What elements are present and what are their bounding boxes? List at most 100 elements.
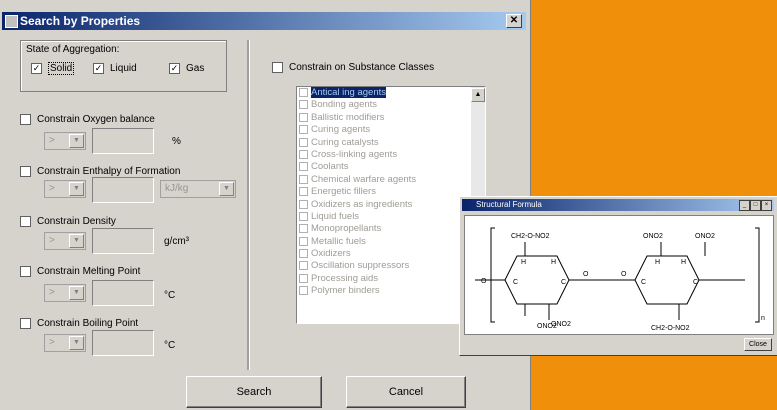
checkbox-box — [299, 261, 308, 271]
list-item[interactable]: Chemical warfare agents — [297, 174, 485, 186]
liquid-label: Liquid — [110, 63, 137, 75]
operator-value: > — [49, 183, 55, 194]
list-item-label: Liquid fuels — [311, 210, 360, 222]
list-item[interactable]: Curing catalysts — [297, 137, 485, 149]
oxygen-unit: % — [172, 136, 181, 147]
solid-checkbox[interactable]: ✓ Solid — [31, 62, 75, 76]
density-unit: g/cm³ — [164, 236, 189, 247]
formula-label: ONO2 — [551, 321, 571, 328]
list-item[interactable]: Bonding agents — [297, 99, 485, 111]
title-bar: Search by Properties ✕ — [2, 12, 526, 30]
chevron-down-icon: ▼ — [69, 134, 84, 148]
list-item-label: Oxidizers — [311, 248, 351, 260]
class-items: Antical ing agents Bonding agents Ballisti… — [297, 87, 485, 298]
structural-formula-window: Structural Formula _ □ × CH2-O-NO2 ONO2 ON… — [459, 196, 777, 356]
density-value-input[interactable] — [92, 228, 154, 254]
substance-class-list[interactable]: Antical ing agents Bonding agents Ballisti… — [296, 86, 486, 324]
liquid-checkbox[interactable]: ✓ Liquid — [93, 63, 137, 74]
list-item[interactable]: Liquid fuels — [297, 211, 485, 223]
solid-label: Solid — [48, 62, 75, 76]
structure-title: Structural Formula — [476, 200, 542, 209]
unit-value: kJ/kg — [165, 183, 189, 194]
melting-operator-select[interactable]: > ▼ — [44, 284, 86, 302]
oxygen-checkbox[interactable]: Constrain Oxygen balance — [20, 114, 155, 125]
checkbox-box — [272, 62, 283, 73]
bracket-right — [755, 227, 760, 323]
melting-checkbox[interactable]: Constrain Melting Point — [20, 266, 140, 277]
check-icon: ✓ — [93, 63, 104, 74]
list-item-label: Coolants — [311, 161, 349, 173]
formula-label: O — [583, 271, 589, 278]
check-icon: ✓ — [169, 63, 180, 74]
list-item-label: Metallic fuels — [311, 235, 366, 247]
formula-drawing: CH2-O-NO2 ONO2 ONO2ONO2 CH2-O-NO2ONO2OO OH H H… — [475, 227, 765, 332]
app-icon — [5, 15, 18, 28]
classes-checkbox[interactable]: Constrain on Substance Classes — [272, 62, 434, 73]
list-item[interactable]: Cross-linking agents — [297, 149, 485, 161]
list-item[interactable]: Oxidizers — [297, 248, 485, 260]
aggregation-label: State of Aggregation: — [26, 44, 120, 55]
chevron-down-icon: ▼ — [219, 182, 234, 196]
maximize-icon[interactable]: □ — [750, 200, 761, 211]
bracket-left — [490, 227, 495, 323]
oxygen-operator-select[interactable]: > ▼ — [44, 132, 86, 150]
minimize-icon[interactable]: _ — [739, 200, 750, 211]
checkbox-box — [299, 187, 308, 197]
boiling-value-input[interactable] — [92, 330, 154, 356]
checkbox-box — [299, 211, 308, 221]
oxygen-value-input[interactable] — [92, 128, 154, 154]
formula-label: C — [693, 279, 698, 286]
list-item[interactable]: Energetic fillers — [297, 186, 485, 198]
melting-value-input[interactable] — [92, 280, 154, 306]
enthalpy-unit-select[interactable]: kJ/kg ▼ — [160, 180, 236, 198]
checkbox-box — [299, 286, 308, 296]
list-item-label: Ballistic modifiers — [311, 111, 385, 123]
cancel-button[interactable]: Cancel — [346, 376, 466, 408]
list-item[interactable]: Coolants — [297, 161, 485, 173]
density-operator-select[interactable]: > ▼ — [44, 232, 86, 250]
checkbox-box — [299, 162, 308, 172]
scroll-up-icon[interactable]: ▲ — [471, 88, 485, 102]
enthalpy-value-input[interactable] — [92, 177, 154, 203]
density-label: Constrain Density — [37, 216, 116, 228]
gas-checkbox[interactable]: ✓ Gas — [169, 63, 204, 74]
operator-value: > — [49, 135, 55, 146]
boiling-label: Constrain Boiling Point — [37, 318, 139, 330]
enthalpy-checkbox[interactable]: Constrain Enthalpy of Formation — [20, 166, 180, 177]
list-item[interactable]: Monopropellants — [297, 223, 485, 235]
checkbox-box — [299, 236, 308, 246]
density-checkbox[interactable]: Constrain Density — [20, 216, 116, 227]
list-item[interactable]: Curing agents — [297, 124, 485, 136]
window-title: Search by Properties — [20, 14, 141, 28]
list-item-label: Bonding agents — [311, 99, 378, 111]
search-dialog: Search by Properties ✕ State of Aggregat… — [0, 0, 531, 410]
list-item[interactable]: Processing aids — [297, 273, 485, 285]
list-item-label: Curing catalysts — [311, 136, 379, 148]
boiling-checkbox[interactable]: Constrain Boiling Point — [20, 318, 138, 329]
formula-label: ONO2 — [643, 233, 663, 240]
close-button[interactable]: ✕ — [506, 14, 522, 28]
aggregation-group: State of Aggregation: ✓ Solid ✓ Liquid ✓ Ga… — [20, 40, 227, 92]
formula-label: CH2-O-NO2 — [651, 325, 690, 332]
list-item[interactable]: Ballistic modifiers — [297, 112, 485, 124]
list-item[interactable]: Antical ing agents — [297, 87, 485, 99]
list-item[interactable]: Polymer binders — [297, 285, 485, 297]
search-button[interactable]: Search — [186, 376, 322, 408]
list-item-label: Curing agents — [311, 124, 371, 136]
close-icon[interactable]: × — [761, 200, 772, 211]
list-item[interactable]: Oxidizers as ingredients — [297, 199, 485, 211]
enthalpy-operator-select[interactable]: > ▼ — [44, 180, 86, 198]
checkbox-box — [299, 137, 308, 147]
structure-close-button[interactable]: Close — [744, 338, 772, 351]
checkbox-box — [299, 112, 308, 122]
list-item[interactable]: Metallic fuels — [297, 236, 485, 248]
list-item-label: Processing aids — [311, 272, 379, 284]
boiling-operator-select[interactable]: > ▼ — [44, 334, 86, 352]
list-item-label: Cross-linking agents — [311, 148, 398, 160]
list-item-label: Chemical warfare agents — [311, 173, 417, 185]
checkbox-box — [20, 266, 31, 277]
list-item[interactable]: Oscillation suppressors — [297, 260, 485, 272]
formula-label: ONO2 — [695, 233, 715, 240]
check-icon: ✓ — [31, 63, 42, 74]
checkbox-box — [299, 174, 308, 184]
